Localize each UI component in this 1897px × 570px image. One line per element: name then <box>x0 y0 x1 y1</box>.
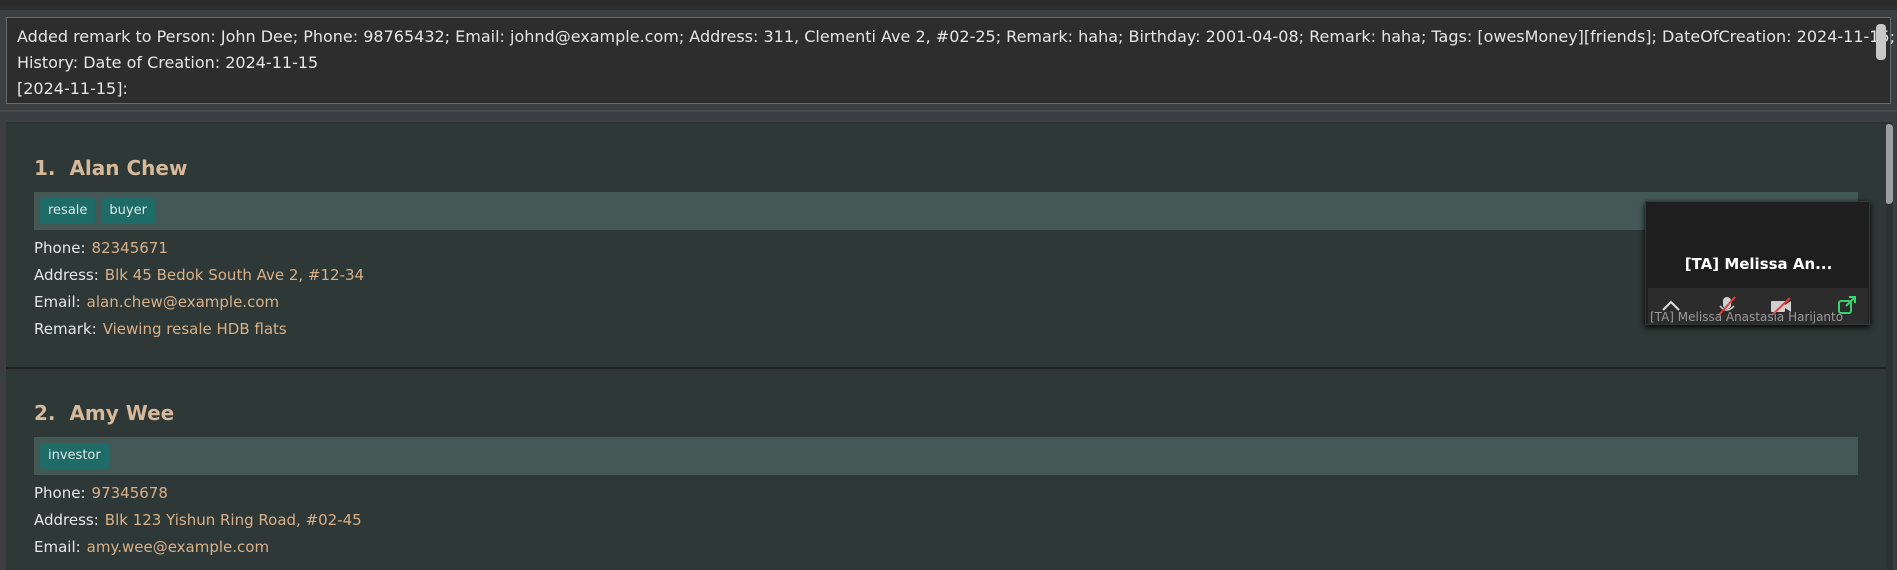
address-value: Blk 45 Bedok South Ave 2, #12-34 <box>104 266 365 284</box>
address-value: Blk 123 Yishun Ring Road, #02-45 <box>104 511 362 529</box>
video-call-overlay[interactable]: [TA] Melissa An... [TA] Melissa Anastasi… <box>1645 201 1870 325</box>
address-field: Address: Blk 123 Yishun Ring Road, #02-45 <box>34 511 362 529</box>
phone-value: 82345671 <box>91 239 168 257</box>
phone-label: Phone: <box>34 484 86 502</box>
result-line: Added remark to Person: John Dee; Phone:… <box>17 27 1896 46</box>
address-field: Address: Blk 45 Bedok South Ave 2, #12-34 <box>34 266 364 284</box>
tag-badge: resale <box>40 198 96 224</box>
email-label: Email: <box>34 538 81 556</box>
phone-field: Phone: 97345678 <box>34 484 168 502</box>
address-label: Address: <box>34 511 99 529</box>
person-card[interactable]: 1. Alan Chew resale buyer Phone: 82345671 … <box>6 124 1886 367</box>
tag-bar: resale buyer <box>34 192 1858 230</box>
remark-label: Remark: <box>34 320 97 338</box>
tag-bar: investor <box>34 437 1858 475</box>
email-field: Email: amy.wee@example.com <box>34 538 269 556</box>
phone-field: Phone: 82345671 <box>34 239 168 257</box>
email-field: Email: alan.chew@example.com <box>34 293 279 311</box>
result-scrollbar[interactable] <box>1876 24 1886 60</box>
email-value: amy.wee@example.com <box>86 538 270 556</box>
panel-separator <box>0 110 1897 112</box>
result-line: History: Date of Creation: 2024-11-15 <box>17 53 319 72</box>
tag-badge: buyer <box>101 198 155 224</box>
tag-badge: investor <box>40 443 109 469</box>
result-display: Added remark to Person: John Dee; Phone:… <box>6 17 1896 104</box>
person-list-scrollbar[interactable] <box>1885 124 1893 204</box>
person-name: 2. Amy Wee <box>34 401 175 425</box>
participant-full-name: [TA] Melissa Anastasia Harijanto <box>1650 310 1844 324</box>
remark-value: Viewing resale HDB flats <box>102 320 287 338</box>
person-card[interactable]: 2. Amy Wee investor Phone: 97345678 Addre… <box>6 369 1886 570</box>
person-name: 1. Alan Chew <box>34 156 188 180</box>
participant-name: [TA] Melissa An... <box>1684 255 1833 273</box>
email-value: alan.chew@example.com <box>86 293 280 311</box>
remark-field: Remark: Viewing resale HDB flats <box>34 320 287 338</box>
result-line: [2024-11-15]: <box>17 79 128 98</box>
phone-value: 97345678 <box>91 484 168 502</box>
window-top-strip <box>0 6 1897 10</box>
email-label: Email: <box>34 293 81 311</box>
address-label: Address: <box>34 266 99 284</box>
person-list[interactable]: 1. Alan Chew resale buyer Phone: 82345671 … <box>6 122 1893 570</box>
phone-label: Phone: <box>34 239 86 257</box>
